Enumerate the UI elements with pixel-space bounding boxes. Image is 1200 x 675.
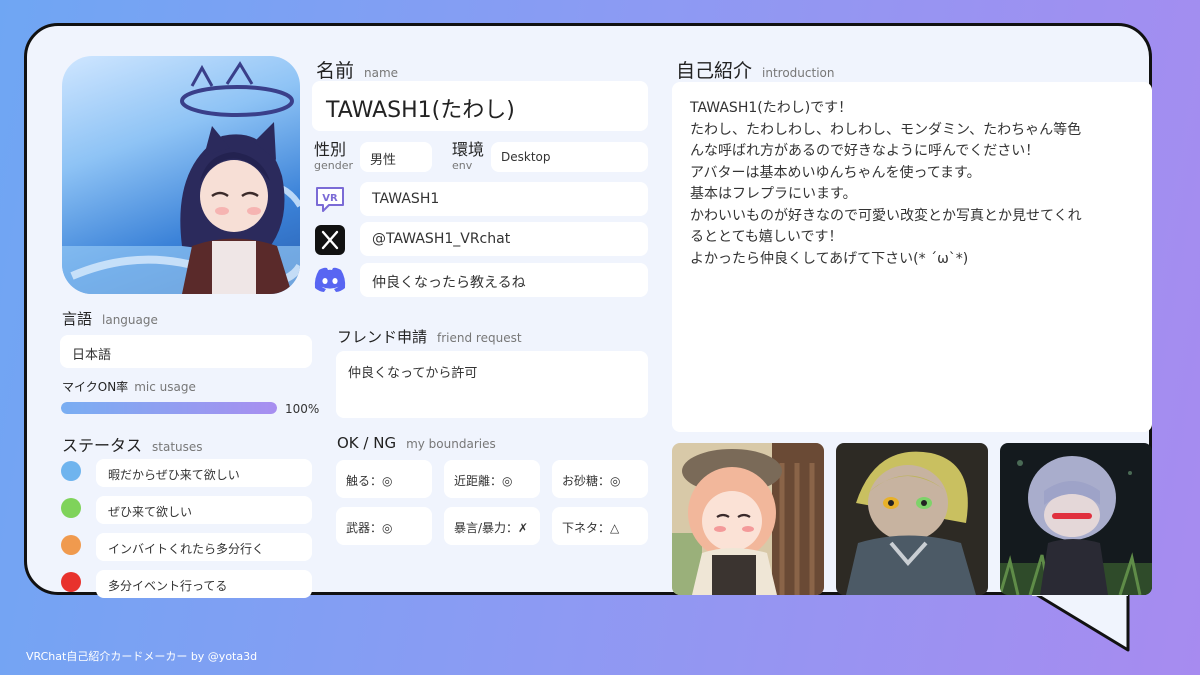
- gender-heading: 性別 gender: [314, 140, 353, 172]
- x-handle-field: @TAWASH1_VRchat: [360, 222, 648, 256]
- friend-request-field: 仲良くなってから許可: [336, 351, 648, 418]
- language-heading: 言語 language: [62, 310, 158, 328]
- gender-field: 男性: [360, 142, 432, 172]
- boundaries-heading: OK / NG my boundaries: [337, 434, 496, 452]
- discord-field: 仲良くなったら教えるね: [360, 263, 648, 297]
- gallery-photo: [836, 443, 988, 595]
- introduction-text: TAWASH1(たわし)です！ たわし、たわしわし、わしわし、モンダミン、たわち…: [672, 82, 1152, 432]
- status-dot-ask-me: [61, 535, 81, 555]
- introduction-heading: 自己紹介 introduction: [676, 60, 835, 82]
- name-field: TAWASH1(たわし): [312, 81, 648, 131]
- boundary-violence: 暴言/暴力：✗: [444, 507, 540, 545]
- mic-usage-bar-fill: [61, 402, 277, 414]
- mic-usage-bar: [61, 402, 277, 414]
- discord-icon: [314, 267, 346, 292]
- status-item: ぜひ来て欲しい: [96, 496, 312, 524]
- x-icon: [315, 225, 345, 255]
- env-heading: 環境 env: [452, 140, 485, 172]
- boundary-relationship: お砂糖：◎: [552, 460, 648, 498]
- footer-credit: VRChat自己紹介カードメーカー by @yota3d: [26, 650, 258, 663]
- gallery-photo: [1000, 443, 1152, 595]
- avatar-photo: [62, 56, 300, 294]
- env-field: Desktop: [491, 142, 648, 172]
- boundary-proximity: 近距離：◎: [444, 460, 540, 498]
- boundary-touch: 触る：◎: [336, 460, 432, 498]
- vrchat-id-field: TAWASH1: [360, 182, 648, 216]
- status-item: インバイトくれたら多分行く: [96, 533, 312, 561]
- status-dot-available: [61, 461, 81, 481]
- status-item: 暇だからぜひ来て欲しい: [96, 459, 312, 487]
- svg-text:VR: VR: [322, 193, 338, 204]
- vrchat-icon: VR: [316, 187, 344, 212]
- boundary-weapons: 武器：◎: [336, 507, 432, 545]
- name-heading: 名前 name: [316, 60, 399, 82]
- boundary-lewd: 下ネタ：△: [552, 507, 648, 545]
- status-dot-join-me: [61, 498, 81, 518]
- status-item: 多分イベント行ってる: [96, 570, 312, 598]
- gallery-photo: [672, 443, 824, 595]
- mic-heading: マイクON率 mic usage: [62, 380, 196, 394]
- statuses-heading: ステータス statuses: [62, 436, 203, 455]
- friend-request-heading: フレンド申請 friend request: [337, 328, 522, 346]
- status-dot-busy: [61, 572, 81, 592]
- speech-bubble-tail: [1032, 590, 1130, 652]
- mic-usage-percent: 100%: [285, 402, 320, 416]
- language-field: 日本語: [60, 335, 312, 368]
